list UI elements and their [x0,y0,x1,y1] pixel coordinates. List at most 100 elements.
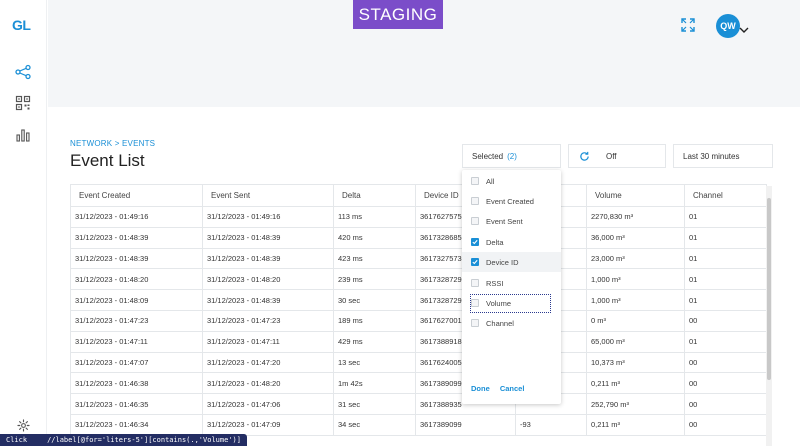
table-cell: 00 [684,393,767,415]
bar-chart-icon[interactable] [15,127,31,143]
table-cell: 31/12/2023 - 01:47:23 [202,309,334,332]
table-cell: 30 sec [333,289,416,311]
table-cell: 31 sec [333,393,416,415]
column-option-delta[interactable]: Delta [462,232,561,252]
table-cell: 31/12/2023 - 01:47:09 [202,413,334,436]
table-scrollbar-thumb[interactable] [767,198,771,380]
app-logo: GL [12,17,31,33]
environment-badge: STAGING [353,0,443,29]
menu-actions: Done Cancel [471,384,532,393]
fullscreen-icon[interactable] [681,18,695,32]
table-cell: 00 [684,351,767,374]
table-cell: 31/12/2023 - 01:47:20 [202,351,334,374]
user-avatar[interactable]: QW [716,14,740,38]
column-header[interactable]: Event Created [70,184,203,207]
table-cell: 10,373 m³ [586,351,685,374]
auto-refresh-value: Off [606,151,617,161]
column-header[interactable]: Event Sent [202,184,334,207]
column-option-device-id[interactable]: Device ID [462,252,561,272]
table-row[interactable]: 31/12/2023 - 01:47:23 31/12/2023 - 01:47:… [70,309,767,332]
table-cell: 01 [684,206,767,228]
checkbox-unchecked-icon[interactable] [471,279,479,287]
events-table: Event Created Event Sent Delta Device ID… [70,184,767,436]
table-row[interactable]: 31/12/2023 - 01:47:07 31/12/2023 - 01:47:… [70,351,767,374]
checkbox-unchecked-icon[interactable] [471,319,479,327]
table-cell: 00 [684,309,767,332]
checkbox-unchecked-icon[interactable] [471,299,479,307]
table-cell: 239 ms [333,268,416,291]
column-header[interactable]: Volume [586,184,685,207]
table-cell: 423 ms [333,247,416,270]
time-range-select[interactable]: Last 30 minutes [673,144,773,168]
table-row[interactable]: 31/12/2023 - 01:48:39 31/12/2023 - 01:48:… [70,247,767,270]
table-cell: 0,211 m³ [586,413,685,436]
table-row[interactable]: 31/12/2023 - 01:46:34 31/12/2023 - 01:47:… [70,413,767,436]
table-cell: 36,000 m³ [586,226,685,249]
table-cell: 31/12/2023 - 01:49:16 [202,206,334,228]
checkbox-checked-icon[interactable] [471,238,479,246]
column-option-label[interactable]: Device ID [486,258,519,267]
table-cell: 31/12/2023 - 01:48:39 [202,226,334,249]
table-row[interactable]: 31/12/2023 - 01:48:20 31/12/2023 - 01:48:… [70,268,767,291]
table-row[interactable]: 31/12/2023 - 01:49:16 31/12/2023 - 01:49:… [70,206,767,228]
table-cell: 00 [684,413,767,436]
checkbox-unchecked-icon[interactable] [471,197,479,205]
qr-code-icon[interactable] [15,95,31,111]
checkbox-checked-icon[interactable] [471,258,479,266]
checkbox-unchecked-icon[interactable] [471,177,479,185]
column-option-event-created[interactable]: Event Created [462,191,561,211]
table-cell: -93 [515,413,587,436]
table-row[interactable]: 31/12/2023 - 01:46:35 31/12/2023 - 01:47:… [70,393,767,415]
column-header[interactable]: Delta [333,184,416,207]
table-cell: 31/12/2023 - 01:47:23 [70,309,203,332]
table-cell: 2270,830 m³ [586,206,685,228]
checkbox-unchecked-icon[interactable] [471,217,479,225]
table-row[interactable]: 31/12/2023 - 01:47:11 31/12/2023 - 01:47:… [70,330,767,353]
table-cell: 31/12/2023 - 01:48:39 [202,247,334,270]
table-cell: 34 sec [333,413,416,436]
table-cell: 420 ms [333,226,416,249]
settings-icon[interactable] [17,419,30,432]
column-option-all[interactable]: All [462,171,561,191]
column-selector-menu: Done Cancel All Event Created Event Sent De… [462,170,561,404]
column-option-label[interactable]: RSSI [486,279,504,288]
table-row[interactable]: 31/12/2023 - 01:48:09 31/12/2023 - 01:48:… [70,289,767,311]
column-option-channel[interactable]: Channel [462,313,561,333]
table-cell: 01 [684,226,767,249]
table-cell: 1,000 m³ [586,289,685,311]
table-cell: 00 [684,372,767,395]
table-cell: 31/12/2023 - 01:47:11 [70,330,203,353]
column-option-label[interactable]: Channel [486,319,514,328]
table-cell: 31/12/2023 - 01:48:39 [202,289,334,311]
table-cell: 01 [684,247,767,270]
table-cell: 252,790 m³ [586,393,685,415]
table-cell: 31/12/2023 - 01:48:39 [70,247,203,270]
column-option-label[interactable]: Volume [486,299,511,308]
column-option-volume[interactable]: Volume [462,293,561,313]
table-cell: 31/12/2023 - 01:46:34 [70,413,203,436]
network-icon[interactable] [15,64,31,80]
auto-refresh-toggle[interactable]: Off [568,144,666,168]
table-cell: 429 ms [333,330,416,353]
column-option-event-sent[interactable]: Event Sent [462,211,561,231]
table-cell: 113 ms [333,206,416,228]
column-option-label[interactable]: Event Created [486,197,534,206]
breadcrumb[interactable]: NETWORK > EVENTS [70,139,155,148]
table-row[interactable]: 31/12/2023 - 01:46:38 31/12/2023 - 01:48:… [70,372,767,395]
cancel-button[interactable]: Cancel [500,384,525,393]
column-option-label[interactable]: Event Sent [486,217,523,226]
table-cell: 1,000 m³ [586,268,685,291]
table-cell: 23,000 m³ [586,247,685,270]
column-option-label[interactable]: Delta [486,238,504,247]
done-button[interactable]: Done [471,384,490,393]
column-selector[interactable]: Selected (2) [462,144,561,168]
column-header[interactable]: Channel [684,184,767,207]
column-option-rssi[interactable]: RSSI [462,273,561,293]
status-xpath: //label[@for='liters-5'][contains(.,'Vol… [47,436,241,444]
column-option-label[interactable]: All [486,177,494,186]
table-cell: 1m 42s [333,372,416,395]
table-cell: 189 ms [333,309,416,332]
chevron-down-icon[interactable] [739,21,749,33]
refresh-icon [580,151,589,161]
table-row[interactable]: 31/12/2023 - 01:48:39 31/12/2023 - 01:48:… [70,226,767,249]
